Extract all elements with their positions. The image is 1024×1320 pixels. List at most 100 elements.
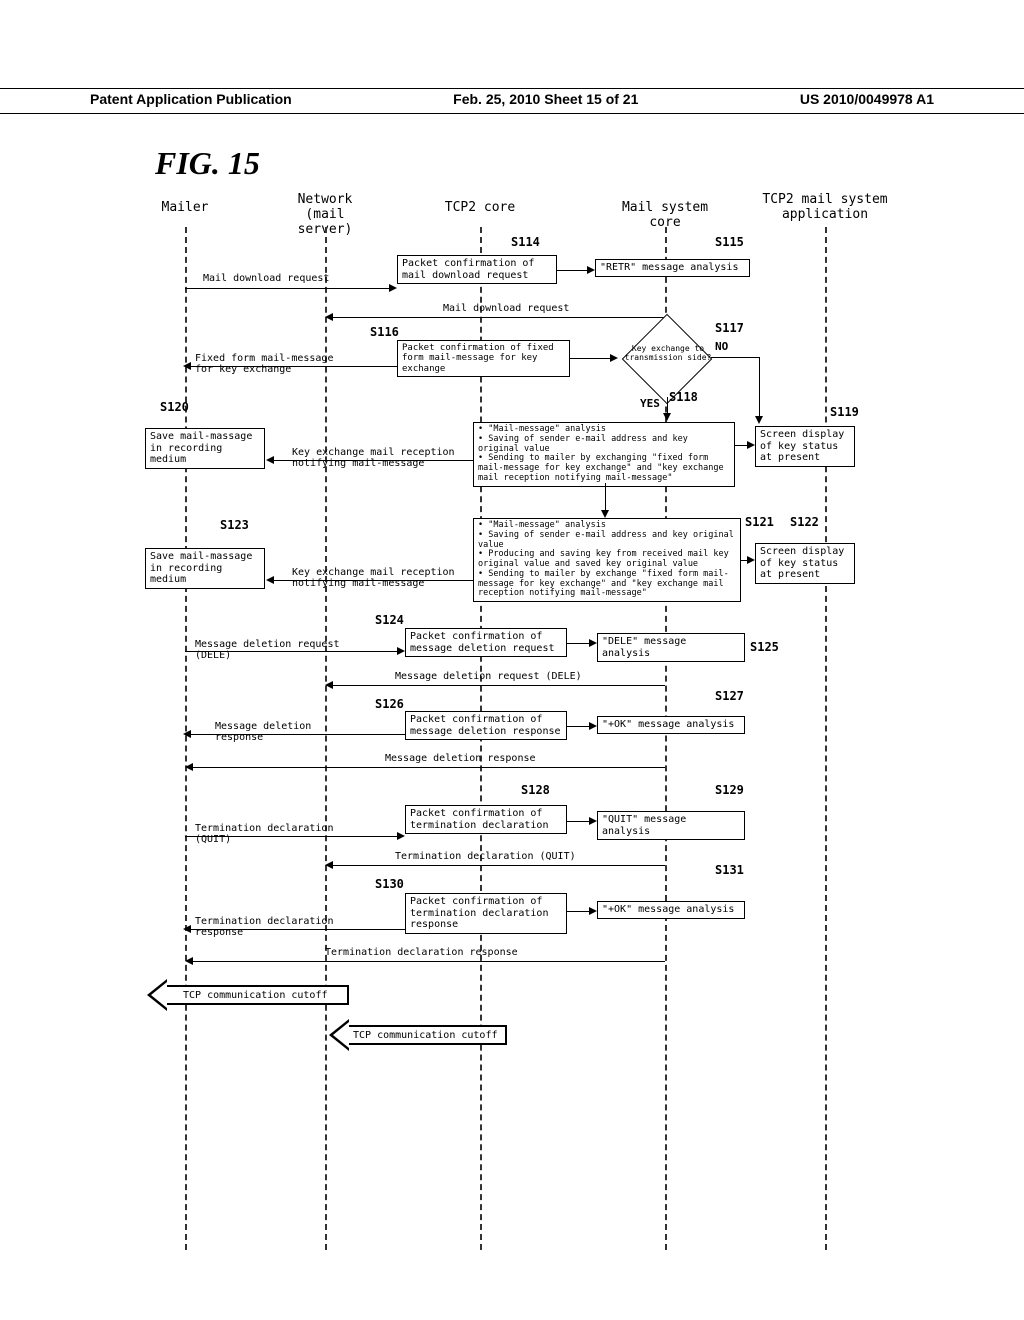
box-s118: "Mail-message" analysis Saving of sender… xyxy=(473,422,735,487)
label-s125: S125 xyxy=(750,640,779,654)
arrowhead-fixed-form xyxy=(183,362,191,370)
box-s122: Screen display of key status at present xyxy=(755,543,855,584)
bullet: Saving of sender e-mail address and key … xyxy=(478,531,736,551)
arrowhead-del-resp xyxy=(183,730,191,738)
arrowhead-quit xyxy=(397,832,405,840)
arrow-no xyxy=(711,357,759,358)
arrowhead-s128-s129 xyxy=(589,817,597,825)
header-left: Patent Application Publication xyxy=(90,91,292,107)
lifeline-mailer xyxy=(185,227,187,1250)
vline-to-s121 xyxy=(605,483,606,511)
patent-page: Patent Application Publication Feb. 25, … xyxy=(0,0,1024,1320)
figure-15: FIG. 15 Mailer Network (mail server) TCP… xyxy=(95,145,929,1250)
box-s123: Save mail-massage in recording medium xyxy=(145,548,265,589)
lifeline-network xyxy=(325,227,327,1250)
arrowhead-s118-s119 xyxy=(747,441,755,449)
label-s130: S130 xyxy=(375,877,404,891)
lane-mailer: Mailer xyxy=(155,200,215,215)
arrowhead-s130-s131 xyxy=(589,907,597,915)
arrowhead-s114-s115 xyxy=(587,266,595,274)
box-s126: Packet confirmation of message deletion … xyxy=(405,711,567,740)
lane-mailcore: Mail system core xyxy=(605,200,725,230)
label-s115: S115 xyxy=(715,235,744,249)
header-center: Feb. 25, 2010 Sheet 15 of 21 xyxy=(453,91,638,107)
arrow-fixed-form xyxy=(191,366,397,367)
arrow-s126-s127 xyxy=(567,726,589,727)
msg-del-req2: Message deletion request (DELE) xyxy=(395,671,582,682)
box-s116: Packet confirmation of fixed form mail-m… xyxy=(397,340,570,377)
label-s129: S129 xyxy=(715,783,744,797)
box-s120: Save mail-massage in recording medium xyxy=(145,428,265,469)
box-s125: "DELE" message analysis xyxy=(597,633,745,662)
label-s120: S120 xyxy=(160,400,189,414)
arrowhead-term-resp xyxy=(183,925,191,933)
arrow-s116-diamond xyxy=(570,358,610,359)
arrowhead-key-ex-notify2 xyxy=(266,576,274,584)
arrowhead-s126-s127 xyxy=(589,722,597,730)
label-s117: S117 xyxy=(715,321,744,335)
arrow-s124-s125 xyxy=(567,643,589,644)
box-s127: "+OK" message analysis xyxy=(597,716,745,734)
msg-tcp-cutoff2: TCP communication cutoff xyxy=(353,1030,498,1041)
bullet: Saving of sender e-mail address and key … xyxy=(478,435,730,455)
label-s116: S116 xyxy=(370,325,399,339)
msg-del-resp2: Message deletion response xyxy=(385,753,536,764)
arrowhead-no xyxy=(755,416,763,424)
arrow-quit-back xyxy=(333,865,665,866)
arrow-del-req-back xyxy=(333,685,665,686)
box-s129: "QUIT" message analysis xyxy=(597,811,745,840)
arrow-mail-dl-req xyxy=(185,288,389,289)
tcp-cutoff-2-head-inner xyxy=(333,1022,349,1048)
label-s119: S119 xyxy=(830,405,859,419)
label-s123: S123 xyxy=(220,518,249,532)
label-s121: S121 xyxy=(745,515,774,529)
arrowhead-term-resp-back xyxy=(185,957,193,965)
arrowhead-to-s121 xyxy=(601,510,609,518)
msg-quit: Termination declaration (QUIT) xyxy=(195,823,333,845)
figure-title: FIG. 15 xyxy=(155,145,929,182)
msg-del-resp: Message deletion response xyxy=(215,721,311,743)
arrowhead-yes xyxy=(663,413,671,421)
arrowhead-del-req xyxy=(397,647,405,655)
bullet: Producing and saving key from received m… xyxy=(478,550,736,570)
msg-del-req: Message deletion request (DELE) xyxy=(195,639,340,661)
label-s122: S122 xyxy=(790,515,819,529)
msg-key-ex-notify1: Key exchange mail reception notifying ma… xyxy=(292,447,455,469)
arrowhead-s124-s125 xyxy=(589,639,597,647)
lifeline-tcp2app xyxy=(825,227,827,1250)
arrow-s114-s115 xyxy=(557,270,587,271)
page-header: Patent Application Publication Feb. 25, … xyxy=(0,88,1024,114)
bullet: Sending to mailer by exchange "fixed for… xyxy=(478,570,736,599)
arrow-term-resp-back xyxy=(193,961,665,962)
label-s131: S131 xyxy=(715,863,744,877)
arrow-del-req xyxy=(185,651,397,652)
label-s127: S127 xyxy=(715,689,744,703)
arrow-key-ex-notify1 xyxy=(274,460,473,461)
vline-no xyxy=(759,357,760,417)
box-s114: Packet confirmation of mail download req… xyxy=(397,255,557,284)
box-s115: "RETR" message analysis xyxy=(595,259,750,277)
msg-term-resp2: Termination declaration response xyxy=(325,947,518,958)
msg-mail-dl-req2: Mail download request xyxy=(443,303,569,314)
diamond-text: Key exchange to transmission side? xyxy=(623,345,713,363)
arrowhead-s121-s122 xyxy=(747,556,755,564)
arrow-del-resp xyxy=(191,734,405,735)
header-right: US 2010/0049978 A1 xyxy=(800,91,934,107)
label-s128: S128 xyxy=(521,783,550,797)
box-s128: Packet confirmation of termination decla… xyxy=(405,805,567,834)
box-s131: "+OK" message analysis xyxy=(597,901,745,919)
lane-tcp2app: TCP2 mail system application xyxy=(755,192,895,222)
arrowhead-del-req-back xyxy=(325,681,333,689)
label-s114: S114 xyxy=(511,235,540,249)
arrowhead-key-ex-notify1 xyxy=(266,456,274,464)
msg-mail-dl-req: Mail download request xyxy=(203,273,329,284)
label-yes: YES xyxy=(640,397,660,410)
box-s130: Packet confirmation of termination decla… xyxy=(405,893,567,934)
arrow-s130-s131 xyxy=(567,911,589,912)
msg-term-resp: Termination declaration response xyxy=(195,916,333,938)
arrowhead-mail-dl-back xyxy=(325,313,333,321)
msg-key-ex-notify2: Key exchange mail reception notifying ma… xyxy=(292,567,455,589)
arrow-key-ex-notify2 xyxy=(274,580,473,581)
lane-tcp2core: TCP2 core xyxy=(440,200,520,215)
label-s118: S118 xyxy=(669,390,698,404)
